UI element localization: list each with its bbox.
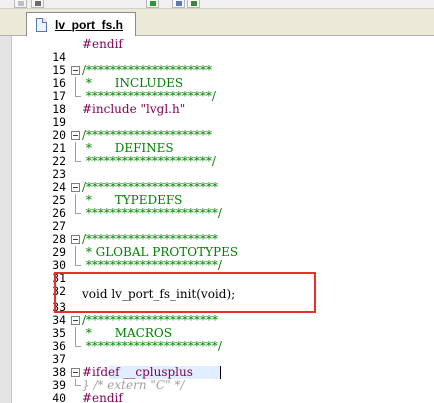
code-line: 22 * DEFINES: [12, 142, 434, 168]
fold-toggle[interactable]: [71, 235, 80, 244]
fold-guide: [75, 379, 81, 386]
fold-guide: [75, 259, 81, 266]
code-text: *********************/: [82, 154, 216, 168]
code-line: 30 * GLOBAL PROTOTYPES: [12, 246, 434, 272]
annotation-red-box: [54, 272, 316, 313]
image-icon: [191, 1, 197, 6]
fold-guide: [75, 207, 81, 214]
fold-guide: [75, 142, 76, 155]
code-line: 39 #ifdef __cplusplus: [12, 366, 434, 392]
code-line: 25 /**********************: [12, 181, 434, 207]
code-line: 36 * MACROS: [12, 327, 434, 353]
tab-lv-port-fs-h[interactable]: lv_port_fs.h: [26, 12, 136, 36]
code-text: **********************/: [82, 339, 222, 353]
code-text: #include "lvgl.h": [82, 102, 186, 116]
code-line: 37 **********************/: [12, 339, 434, 366]
code-text: **********************/: [82, 206, 222, 220]
file-icon: [36, 17, 47, 32]
code-line: 26 * TYPEDEFS: [12, 194, 434, 220]
code-editor[interactable]: 14 #endif 15 16 /********************* 1…: [0, 36, 434, 403]
code-text: **********************/: [82, 258, 222, 272]
tab-label: lv_port_fs.h: [55, 17, 124, 32]
toolbar-button-5[interactable]: [187, 0, 200, 8]
fold-guide: [75, 90, 81, 97]
toolbar-button-3[interactable]: [146, 0, 159, 8]
fold-guide: [75, 327, 76, 340]
code-line: 19 #include "lvgl.h": [12, 102, 434, 129]
code-line: 40 } /* extern "C" */: [12, 379, 434, 403]
fold-guide: [75, 340, 81, 347]
code-line: 18 *********************/: [12, 90, 434, 116]
editor-margin: [0, 36, 12, 403]
code-line: 21 /*********************: [12, 129, 434, 155]
toolbar-button-1[interactable]: [14, 0, 27, 8]
code-line: 35 /**********************: [12, 314, 434, 340]
toolbar-button-4[interactable]: [172, 0, 185, 8]
fold-toggle[interactable]: [71, 66, 80, 75]
code-line: 31 **********************/: [12, 258, 434, 285]
code-text: #endif: [82, 37, 123, 51]
toolbar: [0, 0, 434, 9]
fold-guide: [75, 194, 76, 207]
fold-guide: [75, 77, 76, 90]
code-line: 17 * INCLUDES: [12, 77, 434, 103]
arrow-icon: [35, 1, 41, 6]
code-line: 38: [12, 353, 434, 379]
doc-icon: [18, 1, 24, 6]
code-line: 20: [12, 116, 434, 142]
fold-guide: [75, 246, 76, 259]
fold-toggle[interactable]: [71, 316, 80, 325]
code-line: 24: [12, 168, 434, 194]
code-line: 27 **********************/: [12, 206, 434, 233]
code-line: 15: [12, 51, 434, 77]
check-icon: [150, 1, 156, 6]
code-line: 14 #endif: [12, 37, 434, 64]
toolbar-button-2[interactable]: [31, 0, 44, 8]
code-line: 23 *********************/: [12, 154, 434, 181]
code-line: 28: [12, 220, 434, 246]
fold-guide: [75, 155, 81, 162]
fold-toggle[interactable]: [71, 131, 80, 140]
code-text: #endif: [82, 391, 123, 403]
fold-toggle[interactable]: [71, 183, 80, 192]
fold-toggle[interactable]: [71, 368, 80, 377]
find-icon: [176, 1, 182, 6]
code-line: 41 #endif: [12, 392, 434, 403]
code-line: 16 /*********************: [12, 64, 434, 90]
